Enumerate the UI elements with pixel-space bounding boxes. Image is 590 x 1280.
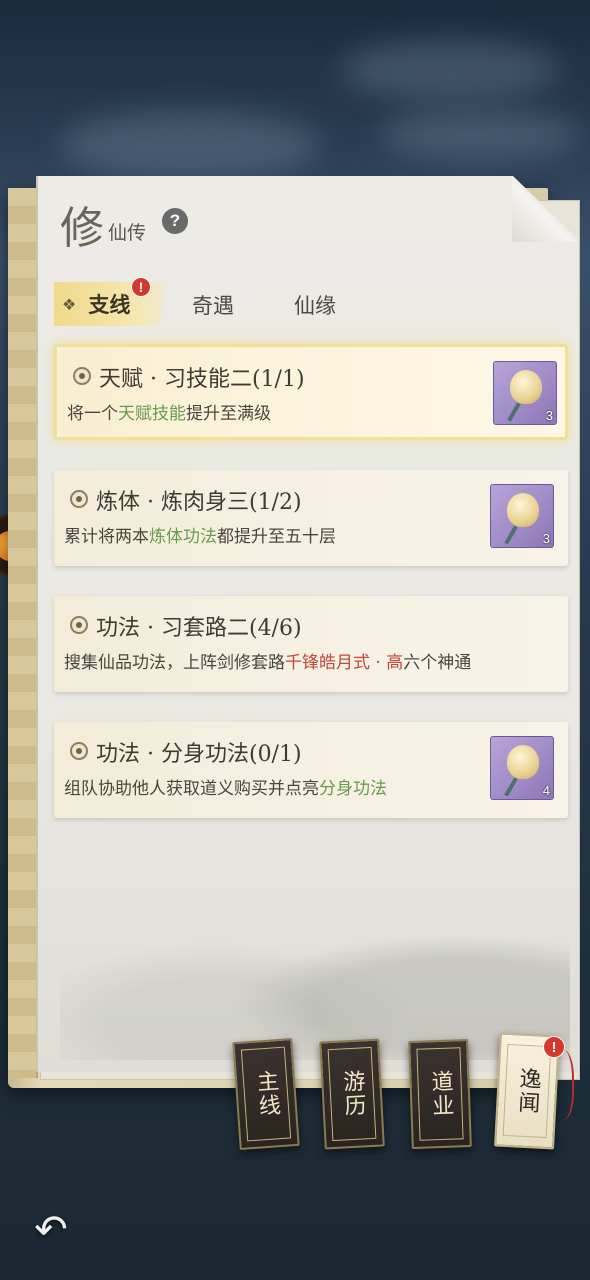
chapter-alert-badge: ! bbox=[543, 1036, 565, 1058]
chapter-tab-travel[interactable]: 游历 bbox=[319, 1038, 385, 1150]
quest-text: 都提升至五十层 bbox=[217, 527, 336, 547]
quest-description: 累计将两本炼体功法都提升至五十层 bbox=[64, 522, 336, 547]
quest-highlight: 天赋技能 bbox=[118, 404, 186, 424]
quest-marker-icon bbox=[70, 490, 88, 508]
chapter-tab-label: 道业 bbox=[416, 1047, 464, 1141]
chapter-tab-label: 主线 bbox=[240, 1046, 292, 1142]
quest-marker-icon bbox=[73, 367, 91, 385]
page-subtitle: 仙传 bbox=[108, 222, 147, 244]
page-title: 修 bbox=[60, 203, 104, 254]
quest-text: 将一个 bbox=[67, 404, 118, 424]
tab-encounter[interactable]: 奇遇 bbox=[192, 290, 234, 320]
chapter-tab-label: 逸闻 bbox=[502, 1043, 552, 1139]
quest-card[interactable]: 功法 · 分身功法(0/1) 组队协助他人获取道义购买并点亮分身功法 4 bbox=[54, 722, 568, 818]
tab-fate[interactable]: 仙缘 bbox=[294, 290, 336, 320]
reward-count: 3 bbox=[545, 408, 553, 423]
jade-shape bbox=[510, 370, 542, 404]
quest-text: 组队协助他人获取道义购买并点亮 bbox=[64, 779, 319, 799]
quest-highlight: 分身功法 bbox=[319, 779, 387, 799]
quest-title: 炼体 · 炼肉身三(1/2) bbox=[96, 490, 302, 515]
quest-highlight: 炼体功法 bbox=[149, 527, 217, 547]
wave-illustration bbox=[60, 880, 570, 1060]
back-arrow-icon[interactable]: ↶ bbox=[26, 1208, 76, 1252]
book-spine bbox=[8, 188, 38, 1078]
help-button[interactable]: ? bbox=[162, 208, 188, 234]
chapter-tab-label: 游历 bbox=[327, 1046, 377, 1142]
quest-description: 组队协助他人获取道义购买并点亮分身功法 bbox=[64, 774, 387, 799]
background-cloud bbox=[380, 110, 580, 160]
jade-shape bbox=[507, 493, 539, 527]
quest-description: 搜集仙品功法，上阵剑修套路千锋皓月式 · 高六个神通 bbox=[64, 648, 471, 673]
jade-pendant-icon[interactable]: 3 bbox=[490, 484, 554, 548]
tab-label: 支线 bbox=[88, 292, 131, 317]
diamond-icon: ❖ bbox=[62, 294, 77, 314]
tassel-shape bbox=[504, 525, 518, 545]
quest-title: 天赋 · 习技能二(1/1) bbox=[99, 367, 305, 392]
chapter-tab-main[interactable]: 主线 bbox=[232, 1038, 300, 1150]
tassel-shape bbox=[504, 777, 518, 797]
tassel-shape bbox=[507, 402, 521, 422]
quest-card[interactable]: 天赋 · 习技能二(1/1) 将一个天赋技能提升至满级 3 bbox=[54, 344, 568, 440]
quest-text: 搜集仙品功法，上阵剑修套路 bbox=[64, 653, 285, 673]
quest-marker-icon bbox=[70, 742, 88, 760]
quest-title: 功法 · 习套路二(4/6) bbox=[96, 616, 302, 641]
reward-count: 4 bbox=[542, 783, 550, 798]
jade-pendant-icon[interactable]: 3 bbox=[493, 361, 557, 425]
quest-title: 功法 · 分身功法(0/1) bbox=[96, 742, 302, 767]
tab-branch[interactable]: ❖ 支线 bbox=[54, 282, 168, 326]
jade-shape bbox=[507, 745, 539, 779]
quest-highlight: 千锋皓月式 · 高 bbox=[285, 653, 404, 673]
background-cloud bbox=[60, 110, 320, 180]
background-cloud bbox=[340, 40, 560, 100]
quest-text: 提升至满级 bbox=[186, 404, 271, 424]
tab-alert-badge: ! bbox=[131, 277, 151, 297]
quest-description: 将一个天赋技能提升至满级 bbox=[67, 399, 271, 424]
chapter-tab-dao[interactable]: 道业 bbox=[408, 1038, 472, 1150]
quest-card[interactable]: 炼体 · 炼肉身三(1/2) 累计将两本炼体功法都提升至五十层 3 bbox=[54, 470, 568, 566]
quest-card[interactable]: 功法 · 习套路二(4/6) 搜集仙品功法，上阵剑修套路千锋皓月式 · 高六个神通 bbox=[54, 596, 568, 692]
jade-pendant-icon[interactable]: 4 bbox=[490, 736, 554, 800]
quest-text: 六个神通 bbox=[403, 653, 472, 673]
quest-text: 累计将两本 bbox=[64, 527, 149, 547]
quest-marker-icon bbox=[70, 616, 88, 634]
reward-count: 3 bbox=[542, 531, 550, 546]
